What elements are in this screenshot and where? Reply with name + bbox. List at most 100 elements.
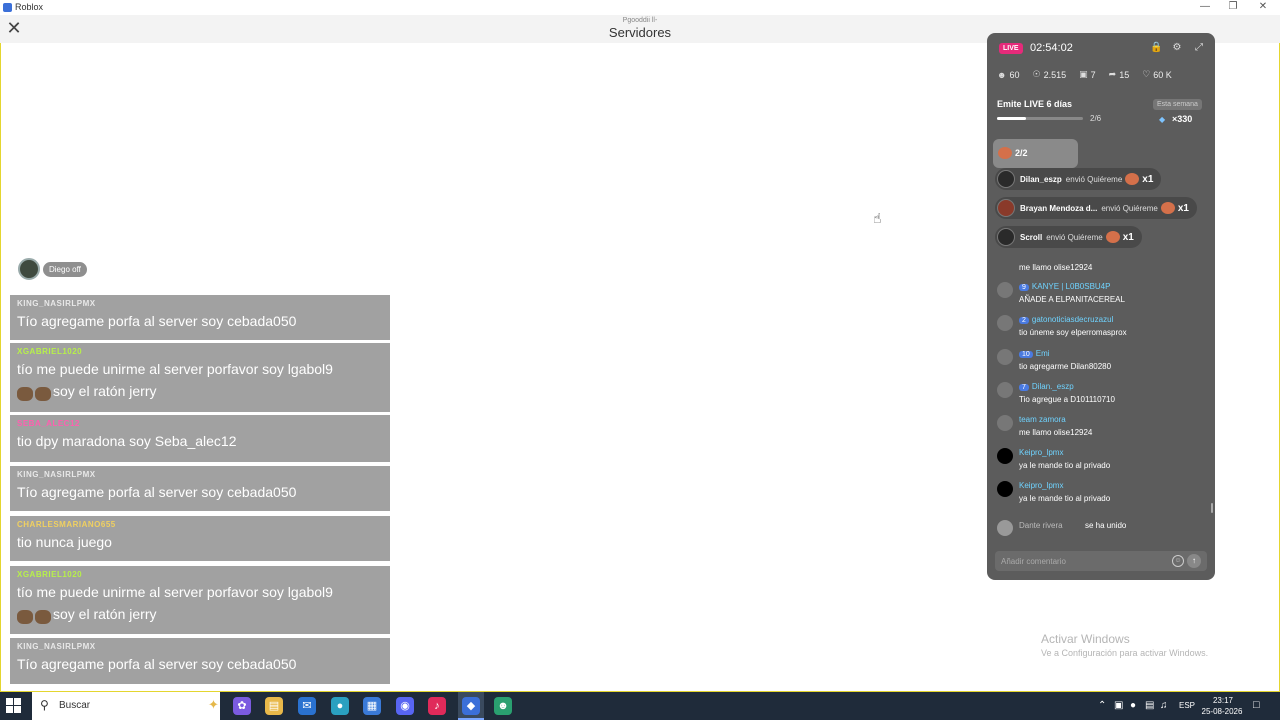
discord-icon[interactable]: ◉ (396, 697, 414, 715)
chat-text: soy el ratón jerry (53, 383, 157, 399)
comment-text: me llamo olise12924 (1019, 428, 1093, 437)
hand-cursor-icon: ☝ (873, 210, 882, 226)
chat-message: CHARLESMARIANO655 tio nunca juego (10, 516, 390, 561)
roblox-logo-icon (3, 3, 12, 12)
chat-text: tio dpy maradona soy Seba_alec12 (17, 433, 237, 449)
windows-start-icon[interactable] (6, 698, 22, 714)
expand-icon[interactable]: ⤢ (1193, 42, 1205, 54)
notification-icon[interactable]: □ (1253, 699, 1260, 711)
tiktok-icon[interactable]: ♪ (428, 697, 446, 715)
gift-box-icon: ▣ (1079, 69, 1088, 79)
roblox-icon[interactable]: ◆ (462, 697, 480, 715)
folder-icon[interactable]: ▤ (265, 697, 283, 715)
live-badge: LIVE (999, 43, 1023, 54)
title-bar: Roblox — ❐ ✕ (0, 0, 1280, 15)
comment-username: team zamora (1019, 415, 1066, 424)
chat-text: tío me puede unirme al server porfavor s… (17, 361, 333, 377)
chat-username: KING_NASIRLPMX (17, 642, 96, 651)
store-icon[interactable]: ▦ (363, 697, 381, 715)
viewer-row: Diego off (18, 258, 87, 280)
copilot-icon[interactable]: ✿ (233, 697, 251, 715)
comment-username: Keipro_lpmx (1019, 448, 1064, 457)
level-badge: 9 (1019, 284, 1029, 291)
comment-text: tio úneme soy elperromasprox (1019, 328, 1127, 337)
clock-time[interactable]: 23:17 (1203, 696, 1243, 705)
sparkle-icon: ✦ (208, 697, 219, 712)
language-indicator[interactable]: ESP (1179, 701, 1195, 710)
goal-progress-fill (997, 117, 1026, 120)
usb-icon[interactable]: ▣ (1114, 700, 1123, 711)
level-badge: 10 (1019, 351, 1033, 358)
comment-text: tio agregarme Dilan80280 (1019, 362, 1112, 371)
avatar (997, 382, 1013, 398)
app-icon[interactable]: ☻ (494, 697, 512, 715)
window-title: Roblox (15, 2, 44, 12)
heart-icon: ♡ (1142, 69, 1151, 79)
comment-text: me llamo olise12924 (1019, 263, 1093, 272)
comment-username: Keipro_lpmx (1019, 481, 1064, 490)
scrollbar[interactable] (1211, 503, 1213, 513)
microphone-icon[interactable]: ● (1130, 700, 1136, 711)
stat-shares: ➦ 15 (1108, 69, 1130, 80)
comment-username: Dilan._eszp (1031, 382, 1074, 391)
gear-icon[interactable]: ⚙ (1171, 42, 1183, 54)
edge-icon[interactable]: ● (331, 697, 349, 715)
comment-username: KANYE | L0B0SBU4P (1031, 282, 1111, 291)
network-icon[interactable]: ▤ (1145, 700, 1154, 711)
comment-username: gatonoticiasdecruzazul (1031, 315, 1114, 324)
share-icon: ➦ (1108, 69, 1117, 79)
comment-username: Emi (1035, 349, 1050, 358)
avatar (997, 481, 1013, 497)
header-subtitle: Pgooddii ll- (622, 17, 658, 24)
gift-notification: Dilan_eszp envió Quiéreme x1 (995, 168, 1162, 190)
avatar (997, 520, 1013, 536)
goal-title: Emite LIVE 6 días (997, 99, 1073, 109)
search-icon: ⚲ (40, 698, 49, 712)
chevron-up-icon[interactable]: ⌃ (1098, 700, 1106, 711)
stats-row: ☻ 60 ☉ 2.515 ▣ 7 ➦ 15 ♡ 60 K (997, 69, 1207, 80)
activation-watermark-subtitle: Ve a Configuración para activar Windows. (1041, 648, 1209, 658)
viewer-name: Diego off (43, 261, 87, 277)
avatar (997, 349, 1013, 365)
taskbar-search[interactable]: ⚲ Buscar ✦ (32, 692, 220, 720)
level-badge: 2 (1019, 317, 1029, 324)
join-action: se ha unido (1085, 521, 1127, 530)
avatar (997, 282, 1013, 298)
gift-icon (1160, 202, 1175, 214)
volume-icon[interactable]: ♫ (1160, 700, 1168, 711)
eye-icon: ☉ (1032, 69, 1041, 79)
search-placeholder: Buscar (59, 700, 91, 711)
chat-username: SEBA_ALEC12 (17, 419, 80, 428)
clock-date[interactable]: 25-08-2026 (1199, 707, 1245, 716)
stat-gifts: ▣ 7 (1079, 69, 1096, 80)
stat-viewers: ☻ 60 (997, 69, 1020, 80)
goal-progress-bar (997, 117, 1083, 120)
gift-icon (998, 147, 1012, 159)
emoji-icon (17, 608, 53, 625)
chat-message: KING_NASIRLPMX Tío agregame porfa al ser… (10, 466, 390, 511)
comment-text: ya le mande tio al privado (1019, 461, 1111, 470)
lock-icon[interactable]: 🔒 (1150, 42, 1162, 54)
outlook-icon[interactable]: ✉ (298, 697, 316, 715)
goal-reward: ×330 (1172, 114, 1193, 124)
emoji-icon[interactable]: ☺ (1172, 555, 1184, 567)
chat-text: Tío agregame porfa al server soy cebada0… (17, 484, 297, 500)
close-icon[interactable]: ✕ (1248, 0, 1278, 15)
send-icon[interactable]: ↑ (1187, 554, 1201, 568)
maximize-icon[interactable]: ❐ (1218, 0, 1248, 15)
chat-message: SEBA_ALEC12 tio dpy maradona soy Seba_al… (10, 415, 390, 462)
emoji-icon (17, 385, 53, 402)
chat-username: XGABRIEL1020 (17, 347, 83, 356)
level-badge: 7 (1019, 384, 1029, 391)
chat-message: XGABRIEL1020 tío me puede unirme al serv… (10, 566, 390, 634)
stat-views: ☉ 2.515 (1032, 69, 1067, 80)
chat-username: CHARLESMARIANO655 (17, 520, 116, 529)
avatar (997, 228, 1015, 246)
avatar (997, 199, 1015, 217)
diamond-icon: ◆ (1159, 115, 1166, 124)
avatar (18, 258, 40, 280)
gift-counter[interactable]: 2/2 (993, 139, 1078, 168)
minimize-icon[interactable]: — (1190, 0, 1220, 15)
chat-text: tío me puede unirme al server porfavor s… (17, 584, 333, 600)
live-timer: 02:54:02 (1030, 42, 1073, 54)
